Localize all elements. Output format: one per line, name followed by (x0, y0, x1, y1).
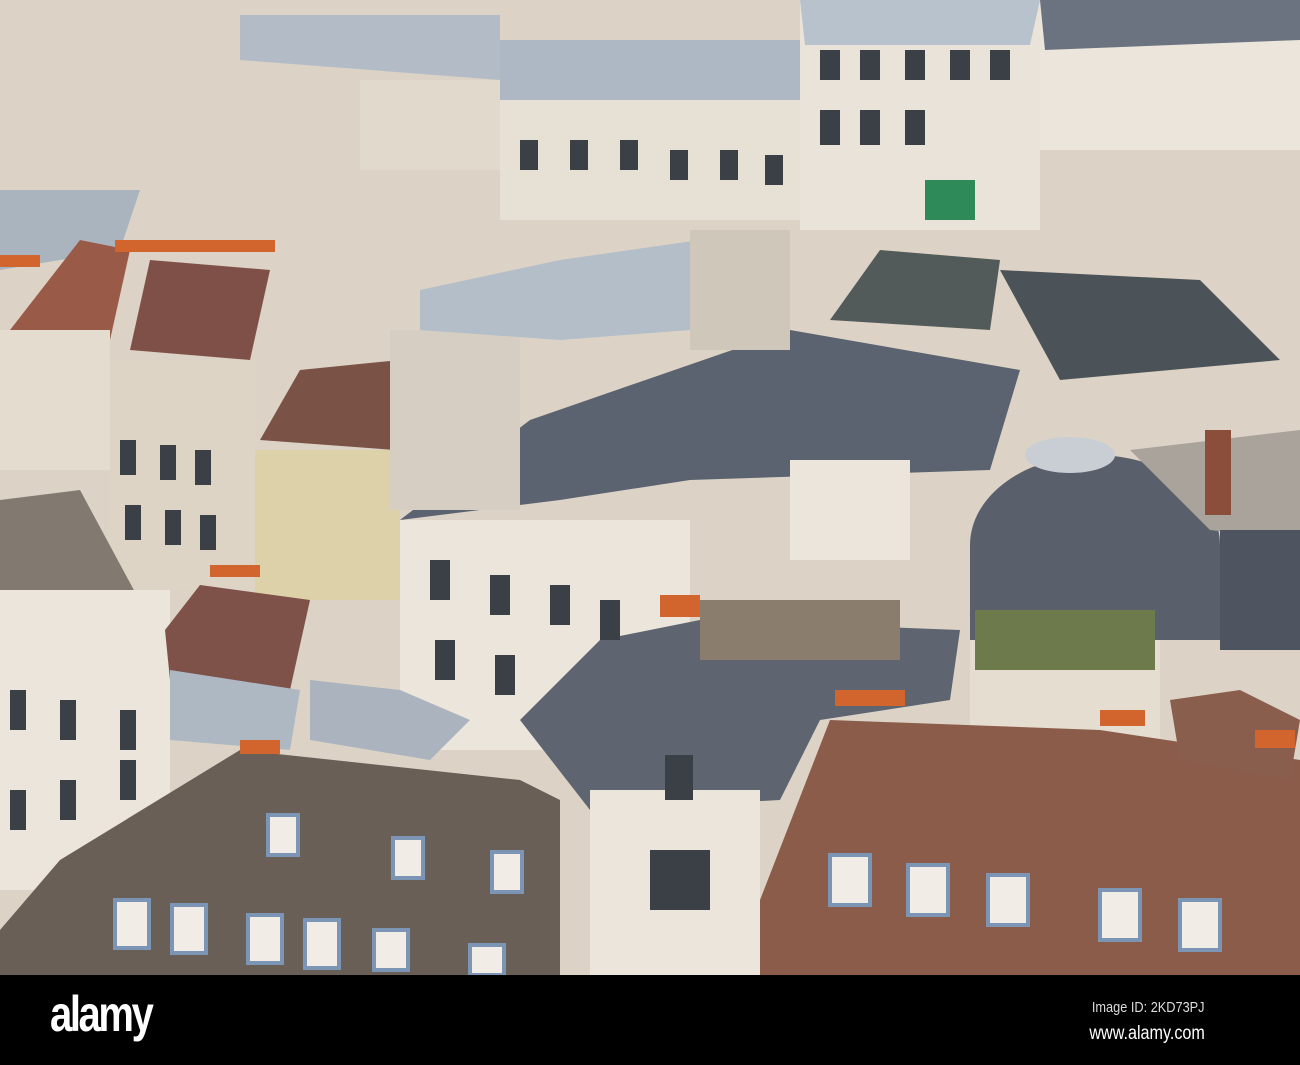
image-id-label: Image ID: 2KD73PJ (1092, 999, 1205, 1016)
watermark-bar: alamy Image ID: 2KD73PJ www.alamy.com (0, 975, 1300, 1065)
paris-rooftops-photo (0, 0, 1300, 975)
alamy-logo: alamy (50, 986, 154, 1042)
alamy-url: www.alamy.com (1089, 1023, 1205, 1044)
stock-photo: alamy Image ID: 2KD73PJ www.alamy.com (0, 0, 1300, 1065)
